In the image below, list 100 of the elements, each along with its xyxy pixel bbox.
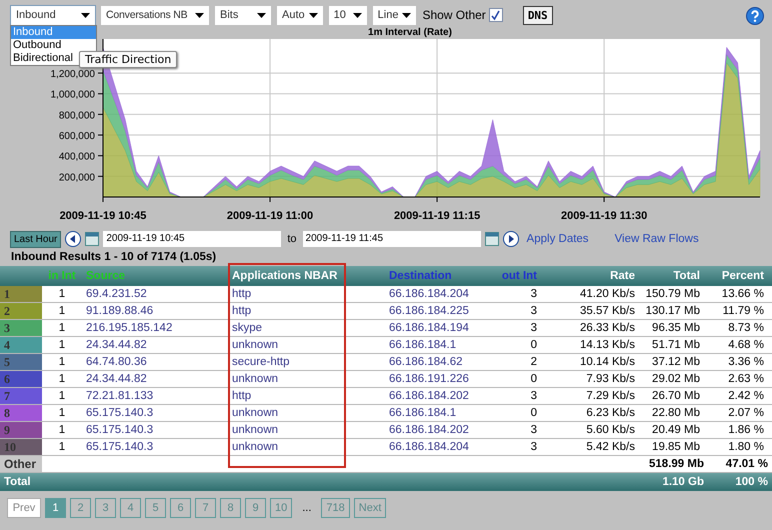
view-raw-flows-link[interactable]: View Raw Flows xyxy=(614,233,699,245)
table-cell-text: 24.34.44.82 xyxy=(85,372,148,387)
table-cell-text: 3 xyxy=(530,304,538,319)
table-cell-text: 0 xyxy=(530,372,538,387)
page-button[interactable]: 6 xyxy=(170,498,191,518)
table-cell-text: 72.21.81.133 xyxy=(85,389,154,404)
dropdown[interactable]: Conversations NB xyxy=(101,6,209,24)
back-icon[interactable] xyxy=(65,231,82,247)
help-icon[interactable] xyxy=(746,7,764,25)
table-cell-text: 64.74.80.36 xyxy=(85,355,148,370)
dropdown-option[interactable]: Inbound xyxy=(11,26,96,39)
y-tick-label: 1,000,000 xyxy=(50,90,95,101)
total-label: Total xyxy=(3,475,32,490)
page-button[interactable]: 10 xyxy=(270,498,292,518)
table-cell-text: unknown xyxy=(231,372,280,387)
y-tick-label: 200,000 xyxy=(58,172,95,184)
tooltip: Traffic Direction xyxy=(79,51,178,68)
column-header[interactable]: Total xyxy=(673,270,700,282)
table-cell-text: 66.186.184.204 xyxy=(388,287,470,302)
dropdown-option[interactable]: Outbound xyxy=(11,39,96,52)
dropdown[interactable]: Bits xyxy=(215,6,271,24)
table-cell-text: 14.13 Kb/s xyxy=(579,338,636,353)
table-cell-text: 3 xyxy=(530,423,538,438)
dropdown[interactable]: Inbound xyxy=(11,6,95,24)
table-cell-text: 37.12 Mb xyxy=(651,355,701,370)
calendar-icon[interactable] xyxy=(85,232,100,246)
caret-icon xyxy=(195,12,204,18)
y-tick-label: 800,000 xyxy=(58,110,95,122)
x-tick-label: 2009-11-19 11:15 xyxy=(394,210,480,222)
page-button[interactable]: 718 xyxy=(321,498,350,518)
page-button[interactable]: 3 xyxy=(95,498,116,518)
table-cell-text: 66.186.184.1 xyxy=(388,406,458,421)
table-cell-text: 1 xyxy=(58,338,66,353)
caret-icon xyxy=(352,12,362,18)
prev-button[interactable]: Prev xyxy=(7,498,41,518)
rank-cell: 9 xyxy=(0,422,42,438)
table-cell-text: 13.66 % xyxy=(720,287,765,302)
dropdown[interactable]: 10 xyxy=(328,6,367,24)
column-header[interactable]: out Int xyxy=(502,270,537,282)
table-cell-text: 26.33 Kb/s xyxy=(579,321,636,336)
dropdown[interactable]: Line xyxy=(372,6,416,24)
table-cell-text: 1 xyxy=(58,321,66,336)
table-cell-text: unknown xyxy=(231,423,280,438)
caret-icon xyxy=(402,12,412,18)
table-cell-text: 65.175.140.3 xyxy=(85,423,154,438)
y-tick-label: 600,000 xyxy=(58,131,95,142)
other-label: Other xyxy=(0,456,42,472)
table-cell-text: 3 xyxy=(530,389,538,404)
table-cell-text: 6.23 Kb/s xyxy=(585,406,636,421)
rank-cell: 4 xyxy=(0,337,42,353)
forward-icon[interactable] xyxy=(502,231,519,247)
show-other-checkbox[interactable] xyxy=(488,8,503,22)
apply-dates-link[interactable]: Apply Dates xyxy=(526,233,589,245)
table-cell-text: http xyxy=(231,287,252,302)
y-tick-label: 400,000 xyxy=(58,152,95,163)
ellipsis: ... xyxy=(301,502,312,514)
caret-icon xyxy=(308,12,318,18)
table-cell-text: 66.186.184.1 xyxy=(388,338,458,353)
rank-cell: 8 xyxy=(0,405,42,421)
dns-button[interactable]: DNS xyxy=(522,6,553,24)
y-tick-label: 1,200,000 xyxy=(50,69,95,80)
dropdown[interactable]: Auto xyxy=(277,6,323,24)
table-cell-text: 4.68 % xyxy=(727,338,765,353)
column-header[interactable]: Applications NBAR xyxy=(232,270,338,282)
page-button[interactable]: 2 xyxy=(70,498,91,518)
table-cell-text: 66.186.184.62 xyxy=(388,355,464,370)
column-header[interactable]: Rate xyxy=(610,270,635,282)
page-button[interactable]: 9 xyxy=(245,498,266,518)
last-hour-button[interactable]: Last Hour xyxy=(10,230,62,248)
results-title: Inbound Results 1 - 10 of 7174 (1.05s) xyxy=(10,250,218,265)
rank-cell: 5 xyxy=(0,354,42,370)
end-date-field[interactable]: 2009-11-19 11:45 xyxy=(302,231,481,247)
total-percent: 100 % xyxy=(734,475,769,490)
table-cell-text: 1 xyxy=(58,287,66,302)
table-cell-text: 66.186.191.226 xyxy=(388,372,470,387)
table-cell-text: 24.34.44.82 xyxy=(85,338,148,353)
table-cell-text: 0 xyxy=(530,406,538,421)
calendar-icon[interactable] xyxy=(484,232,499,246)
table-cell-text: 1 xyxy=(58,389,66,404)
column-header[interactable]: Percent xyxy=(722,270,764,282)
start-date-field[interactable]: 2009-11-19 10:45 xyxy=(103,231,282,247)
chart-title: 1m Interval (Rate) xyxy=(368,27,452,38)
table-cell-text: 20.49 Mb xyxy=(651,423,701,438)
page-button[interactable]: 4 xyxy=(120,498,141,518)
table-cell-text: 3 xyxy=(530,321,538,336)
table-cell-text: 22.80 Mb xyxy=(651,406,701,421)
table-cell-text: 0 xyxy=(530,338,538,353)
next-button[interactable]: Next xyxy=(354,498,386,518)
page-button[interactable]: 8 xyxy=(220,498,241,518)
page-button[interactable]: 1 xyxy=(45,498,66,518)
table-cell-text: 2.42 % xyxy=(727,389,765,404)
table-cell-text: 7.29 Kb/s xyxy=(585,389,636,404)
table-cell-text: 1 xyxy=(58,372,66,387)
table-cell-text: 96.35 Mb xyxy=(651,321,701,336)
page-button[interactable]: 7 xyxy=(195,498,216,518)
column-header[interactable]: Destination xyxy=(389,270,452,282)
rank-cell: 1 xyxy=(0,286,42,302)
table-cell-text: 51.71 Mb xyxy=(651,338,701,353)
table-cell-text: 66.186.184.202 xyxy=(388,389,470,404)
page-button[interactable]: 5 xyxy=(145,498,166,518)
